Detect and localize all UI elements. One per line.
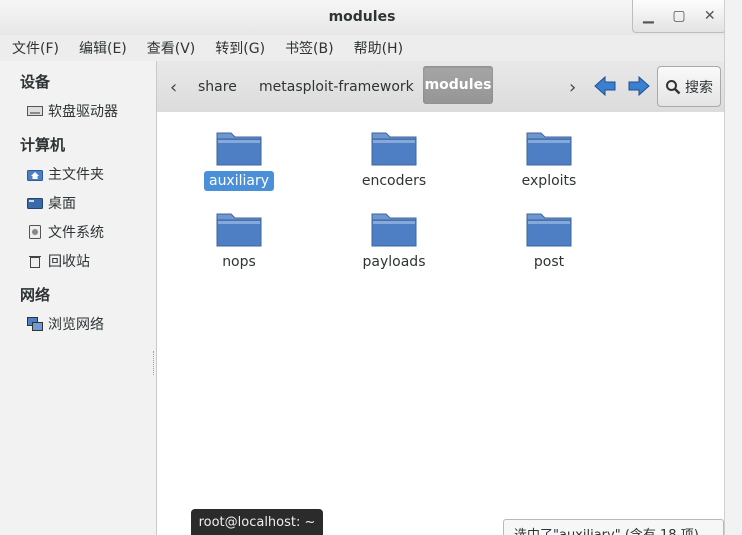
window-title: modules <box>328 9 396 25</box>
file-name: payloads <box>362 254 426 270</box>
network-icon <box>26 317 44 331</box>
search-label: 搜索 <box>685 79 713 96</box>
sidebar-item-desktop[interactable]: 桌面 <box>26 191 76 215</box>
title-bar[interactable]: modules ▁ ▢ ✕ <box>0 0 724 35</box>
sidebar-item-label: 回收站 <box>48 254 90 270</box>
sidebar-section-network: 网络 <box>20 286 51 304</box>
sidebar-item-label: 文件系统 <box>48 225 104 241</box>
sidebar-item-trash[interactable]: 回收站 <box>26 249 90 273</box>
folder-icon <box>526 132 572 166</box>
status-bar: 选中了"auxiliary" (含有 18 项) <box>503 519 724 535</box>
path-scroll-left-icon[interactable]: ‹ <box>170 77 177 98</box>
menu-edit[interactable]: 编辑(E) <box>67 38 135 58</box>
sidebar-item-floppy[interactable]: 软盘驱动器 <box>26 99 118 123</box>
search-button[interactable]: 搜索 <box>657 66 721 107</box>
folder-item-auxiliary[interactable]: auxiliary <box>184 127 294 191</box>
floppy-icon <box>26 104 44 118</box>
sidebar-section-devices: 设备 <box>20 73 51 91</box>
sidebar-item-home[interactable]: 主文件夹 <box>26 162 104 186</box>
desktop-icon <box>26 196 44 210</box>
folder-icon <box>371 213 417 247</box>
menu-view[interactable]: 查看(V) <box>135 38 204 58</box>
back-arrow-icon[interactable] <box>593 75 617 97</box>
file-name: nops <box>222 254 256 270</box>
file-view: auxiliary encoders exploits nops payload… <box>157 112 724 535</box>
folder-item-payloads[interactable]: payloads <box>339 208 449 272</box>
window-edge <box>724 0 742 535</box>
file-manager-window: modules ▁ ▢ ✕ 文件(F) 编辑(E) 查看(V) 转到(G) 书签… <box>0 0 724 535</box>
folder-item-post[interactable]: post <box>494 208 604 272</box>
home-folder-icon <box>26 167 44 181</box>
folder-icon <box>526 213 572 247</box>
toolbar: ‹ share metasploit-framework modules › 搜… <box>157 61 724 113</box>
maximize-button[interactable]: ▢ <box>664 0 695 32</box>
sidebar-item-label: 主文件夹 <box>48 167 104 183</box>
folder-item-nops[interactable]: nops <box>184 208 294 272</box>
minimize-button[interactable]: ▁ <box>633 0 664 32</box>
places-sidebar: 设备 软盘驱动器 计算机 主文件夹 桌面 文件系统 回收站 网络 浏览网络 <box>0 61 157 535</box>
breadcrumb-share[interactable]: share <box>198 79 237 95</box>
sidebar-section-computer: 计算机 <box>20 136 66 154</box>
search-icon <box>666 79 681 94</box>
folder-icon <box>371 132 417 166</box>
folder-item-encoders[interactable]: encoders <box>339 127 449 191</box>
sidebar-item-filesystem[interactable]: 文件系统 <box>26 220 104 244</box>
file-name: exploits <box>521 173 577 189</box>
close-button[interactable]: ✕ <box>694 0 724 32</box>
window-controls: ▁ ▢ ✕ <box>632 0 724 33</box>
folder-icon <box>216 132 262 166</box>
folder-item-exploits[interactable]: exploits <box>494 127 604 191</box>
trash-icon <box>26 254 44 268</box>
taskbar-terminal-tab[interactable]: root@localhost: ~ <box>191 509 323 535</box>
sidebar-item-browse-network[interactable]: 浏览网络 <box>26 312 104 336</box>
sidebar-item-label: 浏览网络 <box>48 317 104 333</box>
menu-bookmarks[interactable]: 书签(B) <box>273 38 342 58</box>
path-scroll-right-icon[interactable]: › <box>569 77 576 98</box>
breadcrumb-metasploit-framework[interactable]: metasploit-framework <box>259 79 414 95</box>
menu-file[interactable]: 文件(F) <box>0 38 67 58</box>
file-name: post <box>533 254 565 270</box>
menu-bar: 文件(F) 编辑(E) 查看(V) 转到(G) 书签(B) 帮助(H) <box>0 35 724 61</box>
file-name: encoders <box>361 173 427 189</box>
file-name: auxiliary <box>203 171 275 191</box>
menu-go[interactable]: 转到(G) <box>203 38 273 58</box>
sidebar-item-label: 软盘驱动器 <box>48 104 118 120</box>
sidebar-resize-handle[interactable] <box>153 351 156 375</box>
sidebar-item-label: 桌面 <box>48 196 76 212</box>
folder-icon <box>216 213 262 247</box>
breadcrumb-modules[interactable]: modules <box>423 66 493 104</box>
forward-arrow-icon[interactable] <box>627 75 651 97</box>
filesystem-icon <box>26 225 44 239</box>
menu-help[interactable]: 帮助(H) <box>342 38 411 58</box>
